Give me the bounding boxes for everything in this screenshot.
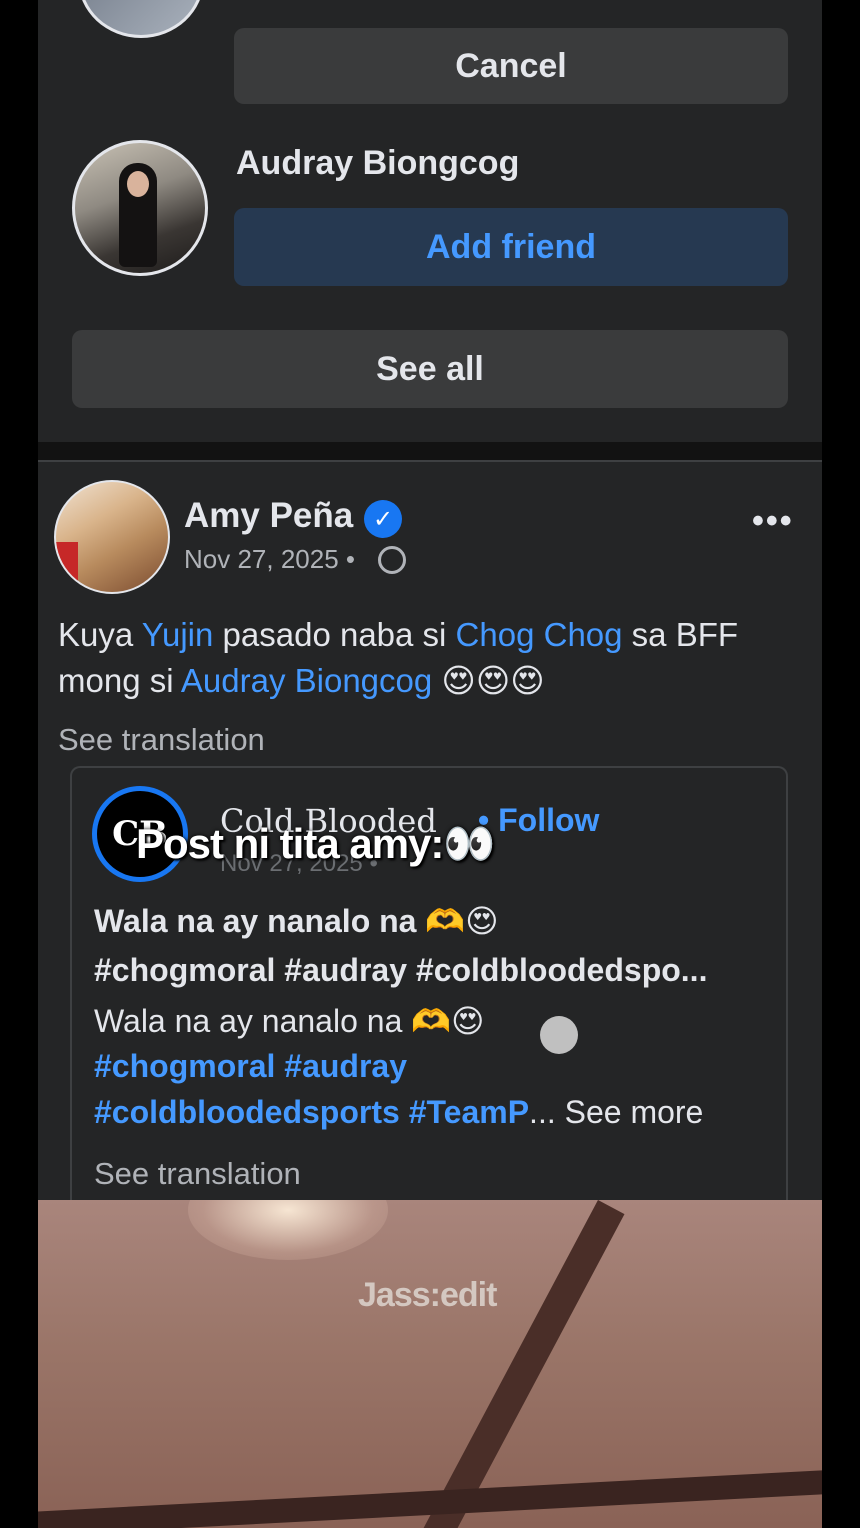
shared-body-line: Wala na ay nanalo na 🫶😍: [94, 1003, 485, 1039]
suggestion-avatar-top[interactable]: [78, 0, 204, 38]
mention-yujin[interactable]: Yujin: [142, 616, 214, 653]
audray-avatar[interactable]: [72, 140, 208, 276]
post-text-part: Kuya: [58, 616, 142, 653]
add-friend-button[interactable]: Add friend: [234, 208, 788, 286]
mention-chog-chog[interactable]: Chog Chog: [456, 616, 623, 653]
post-text-part: pasado naba si: [213, 616, 456, 653]
post-body: Kuya Yujin pasado naba si Chog Chog sa B…: [58, 612, 808, 704]
shared-title-tags: #chogmoral #audray #coldbloodedspo...: [94, 952, 708, 988]
post-date[interactable]: Nov 27, 2025 •: [184, 544, 355, 575]
more-options-icon[interactable]: •••: [752, 502, 794, 541]
see-more-link[interactable]: ... See more: [529, 1094, 703, 1130]
feed-divider: [38, 442, 822, 462]
follow-button[interactable]: • Follow: [478, 802, 599, 839]
see-translation-link[interactable]: See translation: [58, 722, 265, 758]
ceiling-light: [188, 1200, 388, 1260]
shared-hashtags[interactable]: #chogmoral #audray: [94, 1048, 407, 1085]
hashtag-link[interactable]: #coldbloodedsports #TeamP: [94, 1094, 529, 1130]
post-text-part: 😍😍😍: [432, 662, 545, 699]
people-you-may-know-card: Cancel Audray Biongcog Add friend See al…: [38, 0, 822, 442]
video-frame: Jass:edit: [38, 1200, 822, 1528]
avatar-detail: [56, 542, 78, 582]
see-all-button[interactable]: See all: [72, 330, 788, 408]
ceiling-beam: [400, 1200, 625, 1528]
mention-audray[interactable]: Audray Biongcog: [181, 662, 432, 699]
post-author[interactable]: Amy Peña: [184, 496, 353, 536]
shared-see-translation-link[interactable]: See translation: [94, 1156, 301, 1192]
shared-hashtags-more: #coldbloodedsports #TeamP... See more: [94, 1094, 703, 1131]
suggestion-name[interactable]: Audray Biongcog: [236, 144, 519, 183]
shared-title-line: Wala na ay nanalo na 🫶😍: [94, 903, 499, 939]
verified-badge-icon: ✓: [364, 500, 402, 538]
amy-avatar[interactable]: [54, 480, 170, 594]
watermark: Jass:edit: [358, 1276, 497, 1314]
touch-indicator: [540, 1016, 578, 1054]
video-caption: Post ni tita amy:👀: [136, 820, 496, 867]
cancel-button[interactable]: Cancel: [234, 28, 788, 104]
globe-icon: [378, 546, 406, 574]
avatar-face: [127, 171, 149, 197]
